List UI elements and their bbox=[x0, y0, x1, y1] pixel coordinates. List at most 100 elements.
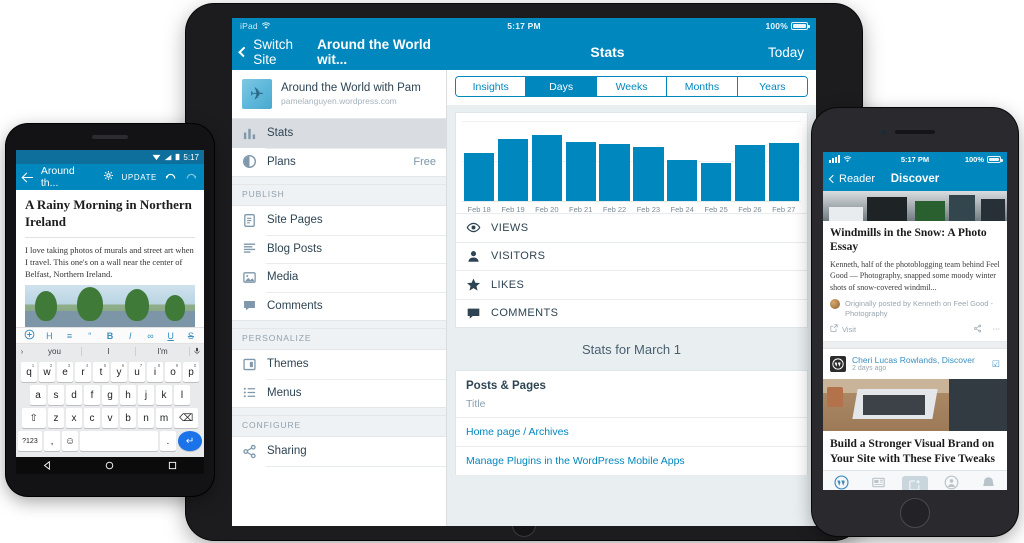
key-x[interactable]: x bbox=[66, 408, 82, 429]
key-r[interactable]: r4 bbox=[75, 362, 91, 383]
tab-days[interactable]: Days bbox=[526, 77, 597, 96]
sidebar-item-plans[interactable]: Plans Free bbox=[232, 147, 446, 176]
key-d[interactable]: d bbox=[66, 385, 82, 406]
key-c[interactable]: c bbox=[84, 408, 100, 429]
chart-bar[interactable] bbox=[497, 138, 529, 201]
chart-bar[interactable] bbox=[565, 141, 596, 201]
numeric-key[interactable]: ?123 bbox=[18, 431, 42, 452]
key-q[interactable]: q1 bbox=[21, 362, 37, 383]
chart-bar[interactable] bbox=[667, 160, 698, 201]
post-body-field[interactable]: I love taking photos of murals and stree… bbox=[25, 244, 195, 280]
backspace-key[interactable]: ⌫ bbox=[174, 408, 199, 429]
key-k[interactable]: k bbox=[156, 385, 172, 406]
update-button[interactable]: UPDATE bbox=[122, 173, 157, 182]
chart-bar[interactable] bbox=[464, 153, 495, 201]
tab-reader[interactable]: Reader bbox=[860, 471, 897, 490]
sidebar-item-site-pages[interactable]: Site Pages bbox=[232, 206, 446, 235]
key-l[interactable]: l bbox=[174, 385, 190, 406]
sidebar-item-sharing[interactable]: Sharing bbox=[232, 437, 446, 466]
key-z[interactable]: z bbox=[48, 408, 64, 429]
metric-comments[interactable]: COMMENTS bbox=[456, 298, 807, 327]
sidebar-item-comments[interactable]: Comments bbox=[232, 291, 446, 320]
expand-suggestions-icon[interactable]: › bbox=[16, 347, 28, 356]
suggestion-2[interactable]: I bbox=[82, 347, 136, 357]
chart-bar[interactable] bbox=[768, 142, 799, 201]
key-f[interactable]: f bbox=[84, 385, 100, 406]
key-b[interactable]: b bbox=[120, 408, 136, 429]
sidebar-item-blog-posts[interactable]: Blog Posts bbox=[232, 234, 446, 263]
back-triangle-icon[interactable] bbox=[43, 457, 52, 474]
tab-me[interactable]: Me bbox=[933, 471, 970, 490]
bar-chart[interactable]: Feb 18 Feb 19 Feb 20 Feb 21 Feb 22 Feb 23 Feb … bbox=[456, 113, 807, 214]
quote-button[interactable]: “ bbox=[80, 331, 100, 341]
visit-label[interactable]: Visit bbox=[842, 325, 856, 334]
share-icon[interactable] bbox=[973, 324, 982, 335]
add-media-icon[interactable] bbox=[19, 329, 39, 342]
italic-button[interactable]: I bbox=[120, 331, 140, 341]
article-byline[interactable]: Cheri Lucas Rowlands, Discover 2 days ag… bbox=[823, 349, 1007, 379]
article-title[interactable]: Windmills in the Snow: A Photo Essay bbox=[823, 221, 1007, 255]
suggestion-3[interactable]: I'm bbox=[136, 347, 190, 357]
article-title[interactable]: Build a Stronger Visual Brand on Your Si… bbox=[823, 431, 1007, 470]
discover-feed[interactable]: Windmills in the Snow: A Photo Essay Ken… bbox=[823, 191, 1007, 470]
table-row[interactable]: Manage Plugins in the WordPress Mobile A… bbox=[456, 446, 807, 475]
today-button[interactable]: Today bbox=[768, 45, 816, 60]
tab-write[interactable] bbox=[897, 471, 934, 490]
key-i[interactable]: i8 bbox=[147, 362, 163, 383]
metric-views[interactable]: VIEWS bbox=[456, 213, 807, 242]
strikethrough-button[interactable]: S bbox=[181, 331, 201, 341]
redo-icon[interactable] bbox=[185, 168, 197, 186]
android-format-toolbar[interactable]: H ≡ “ B I ∞ U S bbox=[16, 327, 204, 345]
key-o[interactable]: o9 bbox=[165, 362, 181, 383]
chart-bar[interactable] bbox=[599, 144, 630, 201]
more-dots-icon[interactable]: ⋯ bbox=[993, 324, 1001, 335]
tab-insights[interactable]: Insights bbox=[456, 77, 527, 96]
enter-key[interactable]: ↵ bbox=[178, 431, 202, 452]
key-t[interactable]: t5 bbox=[93, 362, 109, 383]
tab-months[interactable]: Months bbox=[667, 77, 738, 96]
tab-notifications[interactable]: Notifications bbox=[970, 471, 1007, 490]
tab-years[interactable]: Years bbox=[737, 77, 807, 96]
bold-button[interactable]: B bbox=[100, 331, 120, 341]
suggestion-1[interactable]: you bbox=[28, 347, 82, 357]
sidebar-item-media[interactable]: Media bbox=[232, 263, 446, 292]
key-u[interactable]: u7 bbox=[129, 362, 145, 383]
sidebar-item-partial[interactable] bbox=[232, 465, 446, 494]
key-y[interactable]: y6 bbox=[111, 362, 127, 383]
emoji-icon[interactable]: ☺ bbox=[62, 431, 78, 452]
key-j[interactable]: j bbox=[138, 385, 154, 406]
android-editor[interactable]: A Rainy Morning in Northern Ireland I lo… bbox=[16, 190, 204, 328]
tab-weeks[interactable]: Weeks bbox=[596, 77, 668, 96]
tab-my-sites[interactable]: My Sites bbox=[823, 471, 860, 490]
key-v[interactable]: v bbox=[102, 408, 118, 429]
heading-button[interactable]: H bbox=[39, 331, 59, 341]
back-arrow-icon[interactable] bbox=[23, 172, 33, 182]
period-key[interactable]: . bbox=[160, 431, 176, 452]
key-s[interactable]: s bbox=[48, 385, 64, 406]
feed-card-1[interactable]: Windmills in the Snow: A Photo Essay Ken… bbox=[823, 191, 1007, 342]
sidebar-item-menus[interactable]: Menus bbox=[232, 378, 446, 407]
key-n[interactable]: n bbox=[138, 408, 154, 429]
sidebar-item-themes[interactable]: Themes bbox=[232, 350, 446, 379]
home-circle-icon[interactable] bbox=[105, 457, 114, 474]
post-title-field[interactable]: A Rainy Morning in Northern Ireland bbox=[25, 197, 195, 230]
undo-icon[interactable] bbox=[165, 168, 177, 186]
iphone-home-button[interactable] bbox=[900, 498, 930, 528]
list-icon[interactable]: ≡ bbox=[59, 331, 79, 341]
key-e[interactable]: e3 bbox=[57, 362, 73, 383]
switch-site-button[interactable]: Switch Site Around the World wit... bbox=[232, 37, 447, 67]
android-keyboard[interactable]: q1w2e3r4t5y6u7i8o9p0 asdfghjkl ⇧ zxcvbnm… bbox=[16, 359, 204, 458]
following-check-icon[interactable]: ☑ bbox=[992, 359, 1000, 370]
key-a[interactable]: a bbox=[30, 385, 46, 406]
sidebar-item-stats[interactable]: Stats bbox=[232, 119, 446, 148]
key-w[interactable]: w2 bbox=[39, 362, 55, 383]
site-header[interactable]: ✈ Around the World with Pam pamelanguyen… bbox=[232, 70, 446, 119]
recents-square-icon[interactable] bbox=[168, 457, 177, 474]
chart-bar[interactable] bbox=[633, 146, 664, 201]
mic-icon[interactable] bbox=[190, 347, 204, 357]
stats-segmented-control[interactable]: Insights Days Weeks Months Years bbox=[455, 76, 808, 97]
link-icon[interactable]: ∞ bbox=[140, 331, 160, 341]
metric-likes[interactable]: LIKES bbox=[456, 270, 807, 299]
table-row[interactable]: Home page / Archives bbox=[456, 417, 807, 446]
key-g[interactable]: g bbox=[102, 385, 118, 406]
